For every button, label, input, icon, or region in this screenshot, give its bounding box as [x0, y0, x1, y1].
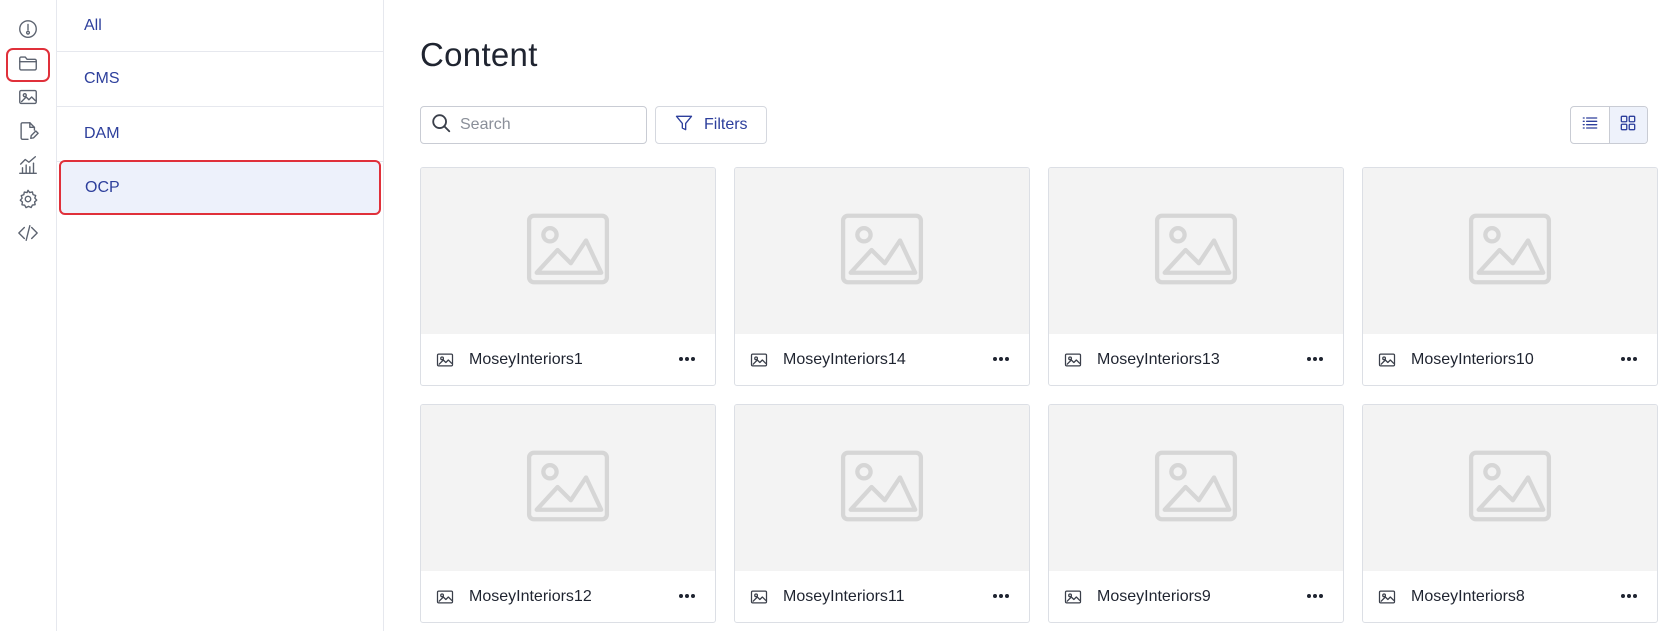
category-label: OCP [85, 178, 120, 196]
grid-icon [1618, 113, 1638, 138]
image-placeholder-icon [839, 212, 925, 291]
asset-thumbnail [1049, 405, 1343, 571]
search-icon [430, 112, 452, 139]
rail-item-settings[interactable] [6, 184, 50, 218]
asset-footer: MoseyInteriors10 [1363, 334, 1657, 385]
more-options-icon[interactable] [987, 585, 1015, 607]
asset-name: MoseyInteriors10 [1411, 351, 1534, 368]
image-icon [1063, 350, 1083, 370]
asset-footer: MoseyInteriors11 [735, 571, 1029, 622]
asset-card[interactable]: MoseyInteriors14 [734, 167, 1030, 386]
filter-funnel-icon [674, 113, 694, 138]
image-icon [435, 350, 455, 370]
category-item-ocp[interactable]: OCP [59, 160, 381, 215]
asset-thumbnail [421, 168, 715, 334]
category-label: DAM [84, 125, 120, 142]
image-icon [1377, 587, 1397, 607]
folder-icon [17, 52, 39, 79]
filters-button[interactable]: Filters [655, 106, 767, 144]
asset-footer: MoseyInteriors14 [735, 334, 1029, 385]
more-options-icon[interactable] [987, 348, 1015, 370]
grid-view-button[interactable] [1608, 107, 1647, 143]
list-view-button[interactable] [1571, 107, 1609, 143]
category-item-cms[interactable]: CMS [57, 52, 384, 107]
asset-name: MoseyInteriors12 [469, 588, 592, 605]
edit-document-icon [17, 120, 39, 147]
image-icon [749, 350, 769, 370]
filters-label: Filters [704, 116, 748, 133]
icon-rail [0, 0, 57, 631]
image-placeholder-icon [525, 212, 611, 291]
view-toggle [1570, 106, 1648, 144]
asset-footer: MoseyInteriors1 [421, 334, 715, 385]
more-options-icon[interactable] [673, 585, 701, 607]
search-input[interactable] [460, 116, 640, 134]
asset-footer: MoseyInteriors9 [1049, 571, 1343, 622]
asset-card[interactable]: MoseyInteriors9 [1048, 404, 1344, 623]
category-label: All [84, 16, 102, 34]
image-icon [17, 86, 39, 113]
analytics-chart-icon [17, 154, 39, 181]
asset-thumbnail [735, 405, 1029, 571]
asset-card[interactable]: MoseyInteriors12 [420, 404, 716, 623]
image-placeholder-icon [525, 449, 611, 528]
category-panel: All CMS DAM OCP [57, 0, 384, 631]
category-item-dam[interactable]: DAM [57, 107, 384, 162]
search-box[interactable] [420, 106, 647, 144]
asset-card[interactable]: MoseyInteriors8 [1362, 404, 1658, 623]
asset-name: MoseyInteriors11 [783, 588, 905, 605]
asset-card[interactable]: MoseyInteriors11 [734, 404, 1030, 623]
rail-item-analytics[interactable] [6, 150, 50, 184]
image-icon [749, 587, 769, 607]
rail-item-overview[interactable] [6, 14, 50, 48]
asset-card[interactable]: MoseyInteriors13 [1048, 167, 1344, 386]
info-dial-icon [17, 18, 39, 45]
more-options-icon[interactable] [1301, 585, 1329, 607]
image-placeholder-icon [1153, 212, 1239, 291]
category-item-all[interactable]: All [57, 0, 384, 52]
asset-thumbnail [1363, 405, 1657, 571]
category-label: CMS [84, 70, 120, 87]
asset-grid: MoseyInteriors1 MoseyInteriors14 MoseyIn… [420, 167, 1658, 623]
asset-name: MoseyInteriors1 [469, 351, 583, 368]
asset-footer: MoseyInteriors8 [1363, 571, 1657, 622]
rail-item-assets[interactable] [6, 82, 50, 116]
asset-card[interactable]: MoseyInteriors10 [1362, 167, 1658, 386]
asset-name: MoseyInteriors13 [1097, 351, 1220, 368]
rail-item-developer[interactable] [6, 218, 50, 252]
more-options-icon[interactable] [673, 348, 701, 370]
image-icon [435, 587, 455, 607]
image-icon [1377, 350, 1397, 370]
rail-item-editor[interactable] [6, 116, 50, 150]
more-options-icon[interactable] [1301, 348, 1329, 370]
code-icon [17, 222, 39, 249]
asset-name: MoseyInteriors14 [783, 351, 906, 368]
asset-name: MoseyInteriors9 [1097, 588, 1211, 605]
asset-footer: MoseyInteriors13 [1049, 334, 1343, 385]
page-title: Content [420, 36, 538, 73]
more-options-icon[interactable] [1615, 348, 1643, 370]
image-placeholder-icon [1467, 449, 1553, 528]
image-placeholder-icon [1467, 212, 1553, 291]
asset-name: MoseyInteriors8 [1411, 588, 1525, 605]
image-icon [1063, 587, 1083, 607]
rail-item-content[interactable] [6, 48, 50, 82]
image-placeholder-icon [1153, 449, 1239, 528]
content-main: Content Filters [385, 0, 1680, 631]
asset-thumbnail [1049, 168, 1343, 334]
asset-thumbnail [1363, 168, 1657, 334]
gear-icon [17, 188, 39, 215]
list-icon [1580, 113, 1600, 138]
asset-thumbnail [421, 405, 715, 571]
more-options-icon[interactable] [1615, 585, 1643, 607]
asset-card[interactable]: MoseyInteriors1 [420, 167, 716, 386]
image-placeholder-icon [839, 449, 925, 528]
asset-thumbnail [735, 168, 1029, 334]
asset-footer: MoseyInteriors12 [421, 571, 715, 622]
